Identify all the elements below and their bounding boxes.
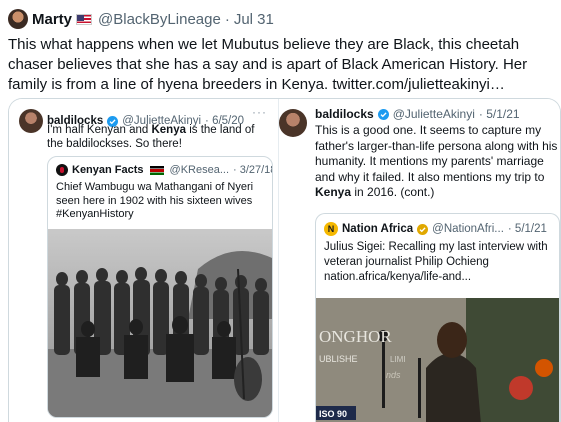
- nation-africa-avatar: N: [324, 222, 338, 236]
- quoted-handle: @NationAfri...: [432, 223, 504, 235]
- quoted-post-header: Kenyan Facts @KResea... · 3/27/18: [56, 164, 273, 176]
- sign-text-line2: UBLISHE: [319, 354, 358, 364]
- avatar[interactable]: [8, 9, 28, 29]
- quoted-date: · 3/27/18: [233, 164, 273, 176]
- separator-dot: ·: [224, 10, 230, 28]
- tweet-header: Marty @BlackByLineage · Jul 31: [8, 8, 274, 30]
- sign-text-line5: ISO 90: [319, 409, 347, 419]
- tweet-text: This what happens when we let Mubutus be…: [8, 36, 528, 93]
- right-post-handle: @JulietteAkinyi: [392, 107, 475, 121]
- quoted-text: Julius Sigei: Recalling my last intervie…: [324, 241, 548, 283]
- right-post-text-end: in 2016. (cont.): [351, 185, 435, 199]
- right-post-date: · 5/1/21: [478, 107, 520, 121]
- more-icon: ···: [252, 105, 267, 119]
- tweet-media[interactable]: baldilocks @JulietteAkinyi · 6/5/20 ··· …: [8, 98, 561, 422]
- sign-text-line1: ONGHOR: [319, 327, 392, 346]
- quoted-post-kenyan-facts: Kenyan Facts @KResea... · 3/27/18 Chief …: [47, 156, 273, 418]
- interview-photo: ONGHOR UBLISHE LIMI nds ISO 90: [316, 298, 559, 422]
- historical-group-photo: [48, 229, 272, 417]
- left-post-text: I'm half Kenyan and Kenya is the land of…: [47, 123, 272, 151]
- left-post-text-start: I'm half Kenyan and: [47, 124, 152, 136]
- kenyan-facts-avatar: [56, 164, 68, 176]
- quoted-text: Chief Wambugu wa Mathangani of Nyeri see…: [56, 181, 254, 220]
- quoted-post-nation-africa: N Nation Africa @NationAfri... · 5/1/21 …: [315, 213, 560, 422]
- kenya-flag-icon: [149, 165, 164, 175]
- author-name[interactable]: Marty: [32, 11, 72, 28]
- verified-badge-icon: [417, 223, 429, 235]
- right-post-text-start: This is a good one. It seems to capture …: [315, 123, 558, 184]
- sign-text-line4: nds: [386, 370, 401, 380]
- interview-photo-image: ONGHOR UBLISHE LIMI nds ISO 90: [316, 298, 559, 422]
- avatar: [19, 109, 43, 133]
- quoted-date: · 5/1/21: [507, 223, 547, 235]
- quoted-post-header: N Nation Africa @NationAfri... · 5/1/21: [324, 222, 547, 236]
- quoted-author: Kenyan Facts: [72, 164, 144, 176]
- historical-photo-image: [48, 229, 272, 417]
- right-post-text-bold: Kenya: [315, 185, 352, 199]
- right-post-author: baldilocks: [315, 107, 374, 121]
- avatar: [279, 109, 307, 137]
- tweet-date[interactable]: Jul 31: [234, 11, 274, 28]
- quoted-handle: @KResea...: [169, 164, 229, 176]
- left-screenshot: baldilocks @JulietteAkinyi · 6/5/20 ··· …: [9, 99, 279, 422]
- left-post-text-bold: Kenya: [151, 124, 187, 136]
- right-post-header: baldilocks @JulietteAkinyi · 5/1/21: [315, 107, 520, 121]
- right-post-text: This is a good one. It seems to capture …: [315, 123, 560, 201]
- quoted-author: Nation Africa: [342, 223, 414, 235]
- right-screenshot: baldilocks @JulietteAkinyi · 5/1/21 This…: [279, 99, 560, 422]
- us-flag-icon: [76, 13, 93, 25]
- verified-badge-icon: [377, 108, 389, 120]
- author-handle[interactable]: @BlackByLineage: [98, 11, 221, 28]
- tweet[interactable]: Marty @BlackByLineage · Jul 31 This what…: [0, 0, 561, 422]
- sign-text-line3: LIMI: [390, 355, 406, 364]
